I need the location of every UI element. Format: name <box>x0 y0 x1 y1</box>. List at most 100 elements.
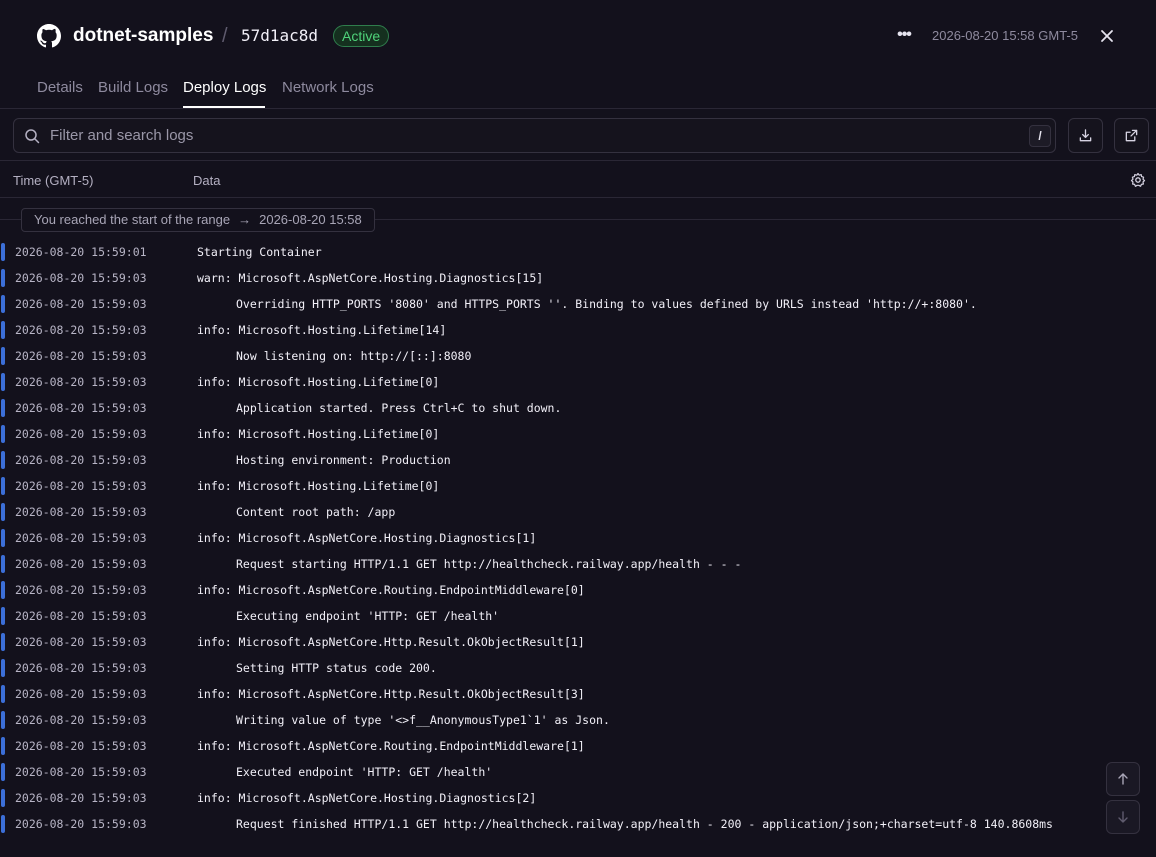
log-row[interactable]: 2026-08-20 15:59:03 info: Microsoft.Hosti… <box>0 318 1156 344</box>
log-row[interactable]: 2026-08-20 15:59:03 info: Microsoft.AspNe… <box>0 526 1156 552</box>
log-row[interactable]: 2026-08-20 15:59:01 Starting Container <box>0 240 1156 266</box>
tab-deploy-logs[interactable]: Deploy Logs <box>183 78 266 98</box>
gear-icon[interactable] <box>1130 172 1146 188</box>
column-header-data[interactable]: Data <box>193 173 220 189</box>
divider <box>0 108 1156 109</box>
log-row[interactable]: 2026-08-20 15:59:03 info: Microsoft.Hosti… <box>0 422 1156 448</box>
github-icon <box>37 24 61 48</box>
download-icon <box>1079 129 1092 142</box>
log-time: 2026-08-20 15:59:03 <box>15 375 147 389</box>
download-logs-button[interactable] <box>1068 118 1103 153</box>
log-time: 2026-08-20 15:59:03 <box>15 427 147 441</box>
log-level-indicator <box>1 295 5 313</box>
log-row[interactable]: 2026-08-20 15:59:03 info: Microsoft.AspNe… <box>0 630 1156 656</box>
scroll-to-bottom-button[interactable] <box>1106 800 1140 834</box>
column-header-time[interactable]: Time (GMT-5) <box>13 173 93 189</box>
log-time: 2026-08-20 15:59:03 <box>15 687 147 701</box>
log-level-indicator <box>1 503 5 521</box>
divider <box>0 197 1156 198</box>
search-icon <box>25 129 40 144</box>
log-row[interactable]: 2026-08-20 15:59:03 Writing value of type… <box>0 708 1156 734</box>
log-message: info: Microsoft.Hosting.Lifetime[0] <box>197 375 440 389</box>
log-time: 2026-08-20 15:59:03 <box>15 713 147 727</box>
commit-hash[interactable]: 57d1ac8d <box>241 25 318 47</box>
log-time: 2026-08-20 15:59:03 <box>15 635 147 649</box>
log-row[interactable]: 2026-08-20 15:59:03 info: Microsoft.AspNe… <box>0 734 1156 760</box>
external-link-icon <box>1125 129 1138 142</box>
log-time: 2026-08-20 15:59:03 <box>15 531 147 545</box>
log-row[interactable]: 2026-08-20 15:59:03 info: Microsoft.Hosti… <box>0 474 1156 500</box>
range-start-notice: You reached the start of the range → 2026-… <box>21 208 375 232</box>
log-row[interactable]: 2026-08-20 15:59:03 Request starting HTTP… <box>0 552 1156 578</box>
log-message: Content root path: /app <box>236 505 396 519</box>
log-level-indicator <box>1 815 5 833</box>
log-level-indicator <box>1 373 5 391</box>
log-time: 2026-08-20 15:59:03 <box>15 323 147 337</box>
deployment-timestamp: 2026-08-20 15:58 GMT-5 <box>932 28 1078 43</box>
log-message: Overriding HTTP_PORTS '8080' and HTTPS_P… <box>236 297 977 311</box>
tab-build-logs[interactable]: Build Logs <box>98 78 168 98</box>
range-notice-text: You reached the start of the range <box>34 212 231 227</box>
log-level-indicator <box>1 633 5 651</box>
log-row[interactable]: 2026-08-20 15:59:03 Content root path: /a… <box>0 500 1156 526</box>
scroll-to-top-button[interactable] <box>1106 762 1140 796</box>
log-level-indicator <box>1 685 5 703</box>
log-message: Executing endpoint 'HTTP: GET /health' <box>236 609 500 623</box>
log-message: Writing value of type '<>f__AnonymousTyp… <box>236 713 610 727</box>
log-level-indicator <box>1 763 5 781</box>
log-message: info: Microsoft.AspNetCore.Http.Result.O… <box>197 635 585 649</box>
log-message: Setting HTTP status code 200. <box>236 661 437 675</box>
log-row[interactable]: 2026-08-20 15:59:03 Overriding HTTP_PORTS… <box>0 292 1156 318</box>
log-message: Request finished HTTP/1.1 GET http://hea… <box>236 817 1053 831</box>
log-time: 2026-08-20 15:59:01 <box>15 245 147 259</box>
log-message: Hosting environment: Production <box>236 453 451 467</box>
log-time: 2026-08-20 15:59:03 <box>15 479 147 493</box>
log-time: 2026-08-20 15:59:03 <box>15 739 147 753</box>
log-time: 2026-08-20 15:59:03 <box>15 401 147 415</box>
log-row[interactable]: 2026-08-20 15:59:03 info: Microsoft.AspNe… <box>0 786 1156 812</box>
log-level-indicator <box>1 607 5 625</box>
log-row[interactable]: 2026-08-20 15:59:03 info: Microsoft.AspNe… <box>0 578 1156 604</box>
log-level-indicator <box>1 581 5 599</box>
log-row[interactable]: 2026-08-20 15:59:03 Request finished HTTP… <box>0 812 1156 838</box>
log-time: 2026-08-20 15:59:03 <box>15 817 147 831</box>
log-row[interactable]: 2026-08-20 15:59:03 info: Microsoft.AspNe… <box>0 682 1156 708</box>
log-time: 2026-08-20 15:59:03 <box>15 271 147 285</box>
log-row[interactable]: 2026-08-20 15:59:03 Application started. … <box>0 396 1156 422</box>
log-row[interactable]: 2026-08-20 15:59:03 warn: Microsoft.AspNe… <box>0 266 1156 292</box>
log-message: info: Microsoft.Hosting.Lifetime[0] <box>197 479 440 493</box>
log-message: Application started. Press Ctrl+C to shu… <box>236 401 562 415</box>
close-icon[interactable] <box>1098 27 1116 45</box>
log-level-indicator <box>1 347 5 365</box>
tab-network-logs[interactable]: Network Logs <box>282 78 374 98</box>
search-bar: / <box>13 118 1056 153</box>
log-message: warn: Microsoft.AspNetCore.Hosting.Diagn… <box>197 271 544 285</box>
log-message: info: Microsoft.AspNetCore.Http.Result.O… <box>197 687 585 701</box>
log-row[interactable]: 2026-08-20 15:59:03 info: Microsoft.Hosti… <box>0 370 1156 396</box>
log-message: info: Microsoft.AspNetCore.Hosting.Diagn… <box>197 531 537 545</box>
open-external-button[interactable] <box>1114 118 1149 153</box>
log-message: info: Microsoft.AspNetCore.Routing.Endpo… <box>197 583 585 597</box>
status-badge: Active <box>333 25 390 47</box>
log-message: Request starting HTTP/1.1 GET http://hea… <box>236 557 742 571</box>
log-time: 2026-08-20 15:59:03 <box>15 791 147 805</box>
log-row[interactable]: 2026-08-20 15:59:03 Hosting environment: … <box>0 448 1156 474</box>
log-row[interactable]: 2026-08-20 15:59:03 Executing endpoint 'H… <box>0 604 1156 630</box>
log-message: info: Microsoft.Hosting.Lifetime[14] <box>197 323 447 337</box>
log-level-indicator <box>1 425 5 443</box>
log-level-indicator <box>1 737 5 755</box>
header: dotnet-samples / 57d1ac8d Active ••• 202… <box>0 0 1156 72</box>
log-row[interactable]: 2026-08-20 15:59:03 Now listening on: htt… <box>0 344 1156 370</box>
log-list: 2026-08-20 15:59:01 Starting Container 202… <box>0 240 1156 838</box>
log-level-indicator <box>1 477 5 495</box>
more-options-button[interactable]: ••• <box>894 24 914 46</box>
log-message: Now listening on: http://[::]:8080 <box>236 349 472 363</box>
repo-name[interactable]: dotnet-samples <box>73 24 213 48</box>
log-row[interactable]: 2026-08-20 15:59:03 Executed endpoint 'HT… <box>0 760 1156 786</box>
tab-details[interactable]: Details <box>37 78 83 98</box>
search-input[interactable] <box>50 119 1010 152</box>
divider <box>0 160 1156 161</box>
log-message: Starting Container <box>197 245 322 259</box>
log-level-indicator <box>1 269 5 287</box>
log-row[interactable]: 2026-08-20 15:59:03 Setting HTTP status c… <box>0 656 1156 682</box>
